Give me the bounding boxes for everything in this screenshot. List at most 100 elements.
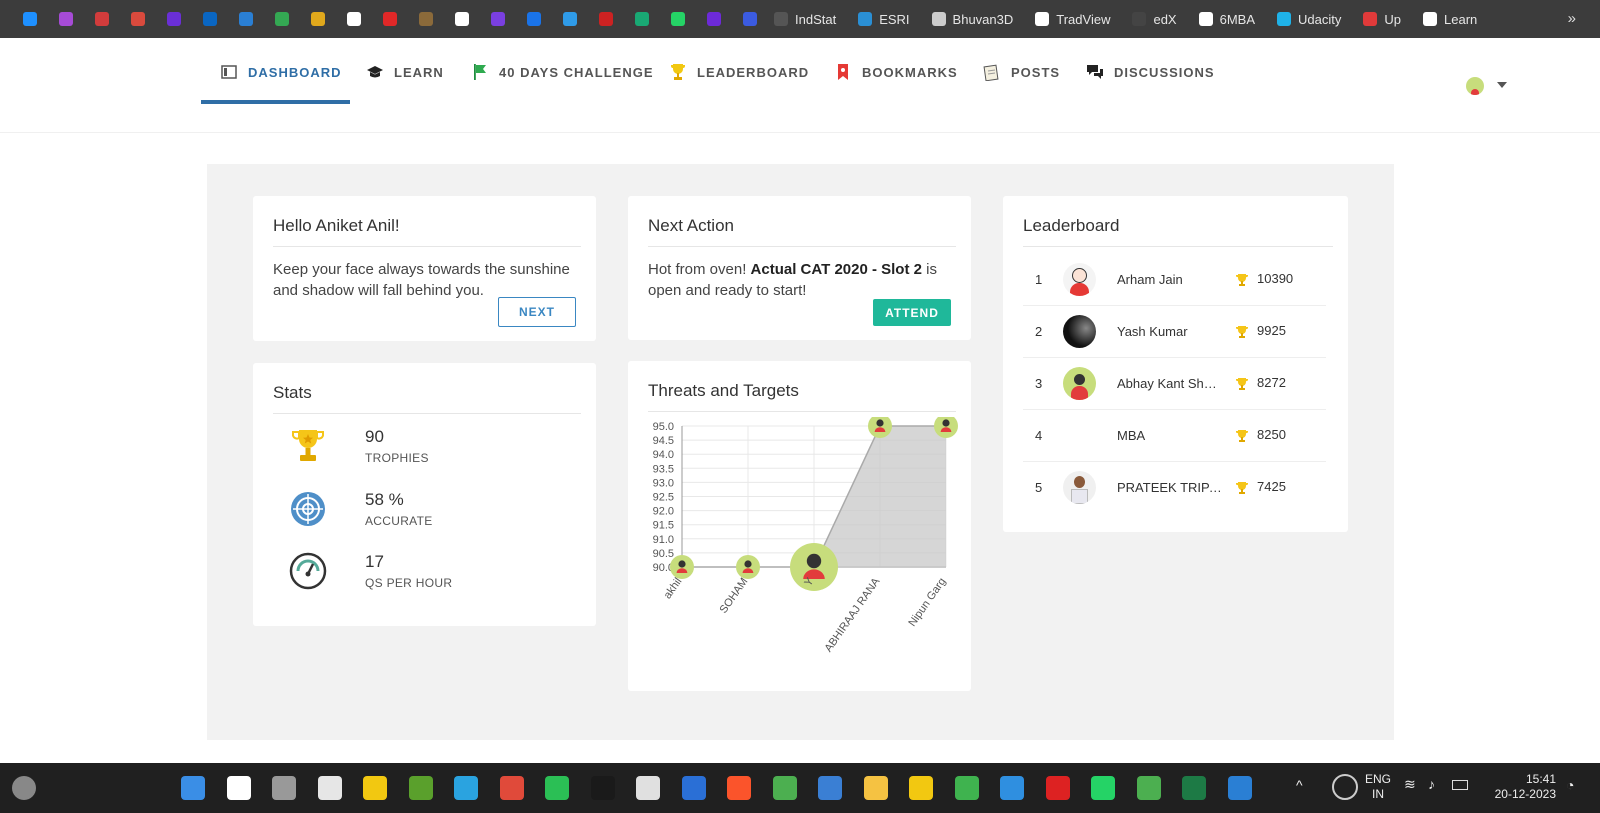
tab-dashboard[interactable]: DASHBOARD xyxy=(220,38,342,106)
language-label: ENG xyxy=(1364,772,1391,786)
bookmark-favicon-icon[interactable] xyxy=(95,12,109,26)
wifi-icon[interactable]: ≋ xyxy=(1404,777,1416,792)
bookmark-favicon-icon[interactable] xyxy=(275,12,289,26)
bookmark-favicon-icon xyxy=(1198,12,1213,26)
volume-icon[interactable]: ♪ xyxy=(1428,777,1435,792)
clock[interactable]: 15:41 20-12-2023 xyxy=(1486,772,1556,802)
bookmark-favicon-icon[interactable] xyxy=(59,12,73,26)
more-bookmarks-icon[interactable]: » xyxy=(1568,10,1576,27)
bookmark-favicon-icon[interactable] xyxy=(563,12,577,26)
leaderboard-row[interactable]: 2 Yash Kumar 9925 xyxy=(1023,306,1326,358)
bookmark-indstat[interactable]: IndStat xyxy=(774,12,836,27)
bookmark-favicon-icon[interactable] xyxy=(419,12,433,26)
bookmark-favicon-icon[interactable] xyxy=(23,12,37,26)
taskbar-app-icon[interactable] xyxy=(818,776,842,800)
y-tick-label: 93.0 xyxy=(653,477,674,489)
avatar xyxy=(1063,315,1096,348)
taskbar-app-icon[interactable] xyxy=(318,776,342,800)
user-avatar[interactable] xyxy=(1466,77,1484,95)
leaderboard-score: 9925 xyxy=(1257,323,1286,338)
taskbar-app-icon[interactable] xyxy=(1182,776,1206,800)
leaderboard-row[interactable]: 3 Abhay Kant Sharma 8272 xyxy=(1023,358,1326,410)
bookmark-favicon-icon[interactable] xyxy=(707,12,721,26)
bookmark-favicon-icon[interactable] xyxy=(383,12,397,26)
chevron-down-icon[interactable] xyxy=(1497,82,1507,88)
chart-point[interactable] xyxy=(670,555,694,579)
y-tick-label: 95.0 xyxy=(653,421,674,433)
search-icon[interactable] xyxy=(227,776,251,800)
bookmark-6mba[interactable]: 6MBA xyxy=(1198,12,1255,27)
leaderboard-name[interactable]: PRATEEK TRIPATHI xyxy=(1117,480,1223,495)
leaderboard-name[interactable]: Yash Kumar xyxy=(1117,324,1223,339)
leaderboard-row[interactable]: 4 MBA 8250 xyxy=(1023,410,1326,462)
bookmark-favicon-icon[interactable] xyxy=(599,12,613,26)
next-action-exam-link[interactable]: Actual CAT 2020 - Slot 2 xyxy=(751,261,922,278)
leaderboard-row[interactable]: 1 Arham Jain 10390 xyxy=(1023,254,1326,306)
bookmark-favicon-icon[interactable] xyxy=(347,12,361,26)
tab-40-days-challenge[interactable]: 40 DAYS CHALLENGE xyxy=(471,38,654,106)
bookmark-favicon-icon[interactable] xyxy=(671,12,685,26)
chart-point[interactable] xyxy=(736,555,760,579)
tab-learn[interactable]: LEARN xyxy=(366,38,444,106)
taskbar-app-icon[interactable] xyxy=(864,776,888,800)
bookmark-favicon-icon[interactable] xyxy=(527,12,541,26)
taskbar-app-icon[interactable] xyxy=(363,776,387,800)
tab-discussions[interactable]: DISCUSSIONS xyxy=(1086,38,1215,106)
leaderboard-name[interactable]: Abhay Kant Sharma xyxy=(1117,376,1223,391)
battery-icon[interactable] xyxy=(1452,780,1468,790)
bookmark-favicon-icon[interactable] xyxy=(635,12,649,26)
chevron-up-icon[interactable]: ^ xyxy=(1296,778,1303,793)
x-tick-label: ABHIRAAJ RANA xyxy=(822,575,882,654)
bookmark-favicon-icon[interactable] xyxy=(203,12,217,26)
bookmark-edx[interactable]: edX xyxy=(1132,12,1177,27)
taskbar-app-icon[interactable] xyxy=(773,776,797,800)
bookmark-tradview[interactable]: TradView xyxy=(1035,12,1110,27)
next-button[interactable]: NEXT xyxy=(498,297,576,327)
bookmark-bhuvan3d[interactable]: Bhuvan3D xyxy=(931,12,1013,27)
taskbar-app-icon[interactable] xyxy=(409,776,433,800)
bookmark-favicon-icon[interactable] xyxy=(131,12,145,26)
taskbar-app-icon[interactable] xyxy=(272,776,296,800)
bookmark-learn[interactable]: Learn xyxy=(1423,12,1477,27)
bookmark-up[interactable]: Up xyxy=(1363,12,1401,27)
trophy-icon xyxy=(291,430,325,461)
taskbar-app-icon[interactable] xyxy=(909,776,933,800)
taskbar-app-icon[interactable] xyxy=(727,776,751,800)
taskbar-app-icon[interactable] xyxy=(1228,776,1252,800)
taskbar-app-icon[interactable] xyxy=(1137,776,1161,800)
taskbar-app-icon[interactable] xyxy=(500,776,524,800)
taskbar-app-icon[interactable] xyxy=(636,776,660,800)
taskbar-app-icon[interactable] xyxy=(1000,776,1024,800)
language-indicator[interactable]: ENG IN xyxy=(1362,772,1394,802)
sync-icon[interactable] xyxy=(1332,774,1358,800)
taskbar-app-icon[interactable] xyxy=(545,776,569,800)
taskbar-app-icon[interactable] xyxy=(1046,776,1070,800)
y-tick-label: 94.5 xyxy=(653,435,674,447)
notification-bell-icon[interactable]: ◔ xyxy=(1566,778,1574,793)
tab-posts[interactable]: POSTS xyxy=(983,38,1060,106)
start-button-icon[interactable] xyxy=(181,776,205,800)
bookmark-favicon-icon[interactable] xyxy=(239,12,253,26)
bookmark-favicon-icon[interactable] xyxy=(743,12,757,26)
greeting-card: Hello Aniket Anil! Keep your face always… xyxy=(253,196,596,341)
tab-leaderboard[interactable]: LEADERBOARD xyxy=(669,38,809,106)
tab-bookmarks[interactable]: BOOKMARKS xyxy=(834,38,958,106)
attend-button[interactable]: ATTEND xyxy=(873,299,951,326)
taskbar-app-icon[interactable] xyxy=(682,776,706,800)
weather-icon[interactable] xyxy=(12,776,36,800)
taskbar-app-icon[interactable] xyxy=(591,776,615,800)
bookmark-favicon-icon[interactable] xyxy=(167,12,181,26)
bookmark-esri[interactable]: ESRI xyxy=(858,12,910,27)
taskbar-app-icon[interactable] xyxy=(454,776,478,800)
bookmark-favicon-icon[interactable] xyxy=(311,12,325,26)
leaderboard-row[interactable]: 5 PRATEEK TRIPATHI 7425 xyxy=(1023,462,1326,514)
bookmark-favicon-icon[interactable] xyxy=(491,12,505,26)
taskbar-app-icon[interactable] xyxy=(1091,776,1115,800)
leaderboard-name[interactable]: Arham Jain xyxy=(1117,272,1223,287)
qs-per-hour-label: QS PER HOUR xyxy=(365,576,453,590)
leaderboard-name[interactable]: MBA xyxy=(1117,428,1223,443)
bookmark-udacity[interactable]: Udacity xyxy=(1277,12,1341,27)
x-tick-label: Nipun Garg xyxy=(906,576,948,629)
taskbar-app-icon[interactable] xyxy=(955,776,979,800)
bookmark-favicon-icon[interactable] xyxy=(455,12,469,26)
